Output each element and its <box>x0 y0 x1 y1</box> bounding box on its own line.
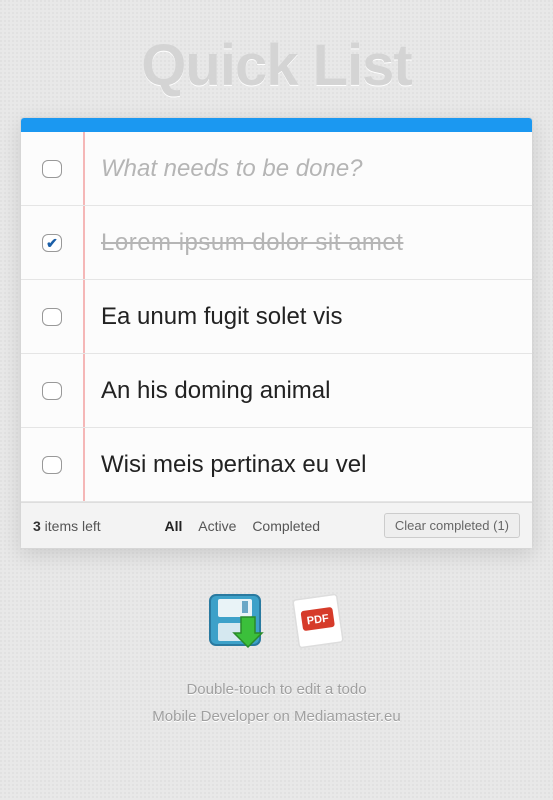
new-todo-row <box>21 132 532 206</box>
footer-credit: Mobile Developer on Mediamaster.eu <box>0 708 553 725</box>
pdf-export-icon[interactable]: PDF <box>286 589 350 653</box>
todo-card: ✔ Lorem ipsum dolor sit amet Ea unum fug… <box>20 117 533 549</box>
filter-active[interactable]: Active <box>198 518 236 534</box>
margin-line <box>83 206 85 279</box>
margin-line <box>83 428 85 501</box>
todo-text[interactable]: Ea unum fugit solet vis <box>83 303 532 331</box>
todo-row: ✔ Lorem ipsum dolor sit amet <box>21 206 532 280</box>
filter-completed[interactable]: Completed <box>252 518 320 534</box>
todo-text[interactable]: Lorem ipsum dolor sit amet <box>83 229 532 257</box>
margin-line <box>83 354 85 427</box>
save-floppy-icon[interactable] <box>204 589 268 653</box>
filter-group: All Active Completed <box>101 518 384 534</box>
todo-checkbox[interactable]: ✔ <box>42 234 62 252</box>
new-todo-input[interactable] <box>101 155 532 183</box>
todo-row: Ea unum fugit solet vis <box>21 280 532 354</box>
todo-checkbox[interactable] <box>42 308 62 326</box>
todo-row: An his doming animal <box>21 354 532 428</box>
todo-row: Wisi meis pertinax eu vel <box>21 428 532 502</box>
check-icon: ✔ <box>46 236 58 250</box>
toggle-all-checkbox[interactable] <box>42 160 62 178</box>
todo-text[interactable]: Wisi meis pertinax eu vel <box>83 451 532 479</box>
accent-bar <box>21 118 532 132</box>
app-title: Quick List <box>0 0 553 117</box>
todo-checkbox[interactable] <box>42 456 62 474</box>
margin-line <box>83 132 85 205</box>
todo-checkbox[interactable] <box>42 382 62 400</box>
items-left-counter: 3 items left <box>33 518 101 534</box>
edit-hint: Double-touch to edit a todo <box>0 681 553 698</box>
filter-all[interactable]: All <box>165 518 183 534</box>
margin-line <box>83 280 85 353</box>
card-footer: 3 items left All Active Completed Clear … <box>21 502 532 548</box>
clear-completed-button[interactable]: Clear completed (1) <box>384 513 520 538</box>
todo-text[interactable]: An his doming animal <box>83 377 532 405</box>
bottom-area: PDF Double-touch to edit a todo Mobile D… <box>0 589 553 725</box>
